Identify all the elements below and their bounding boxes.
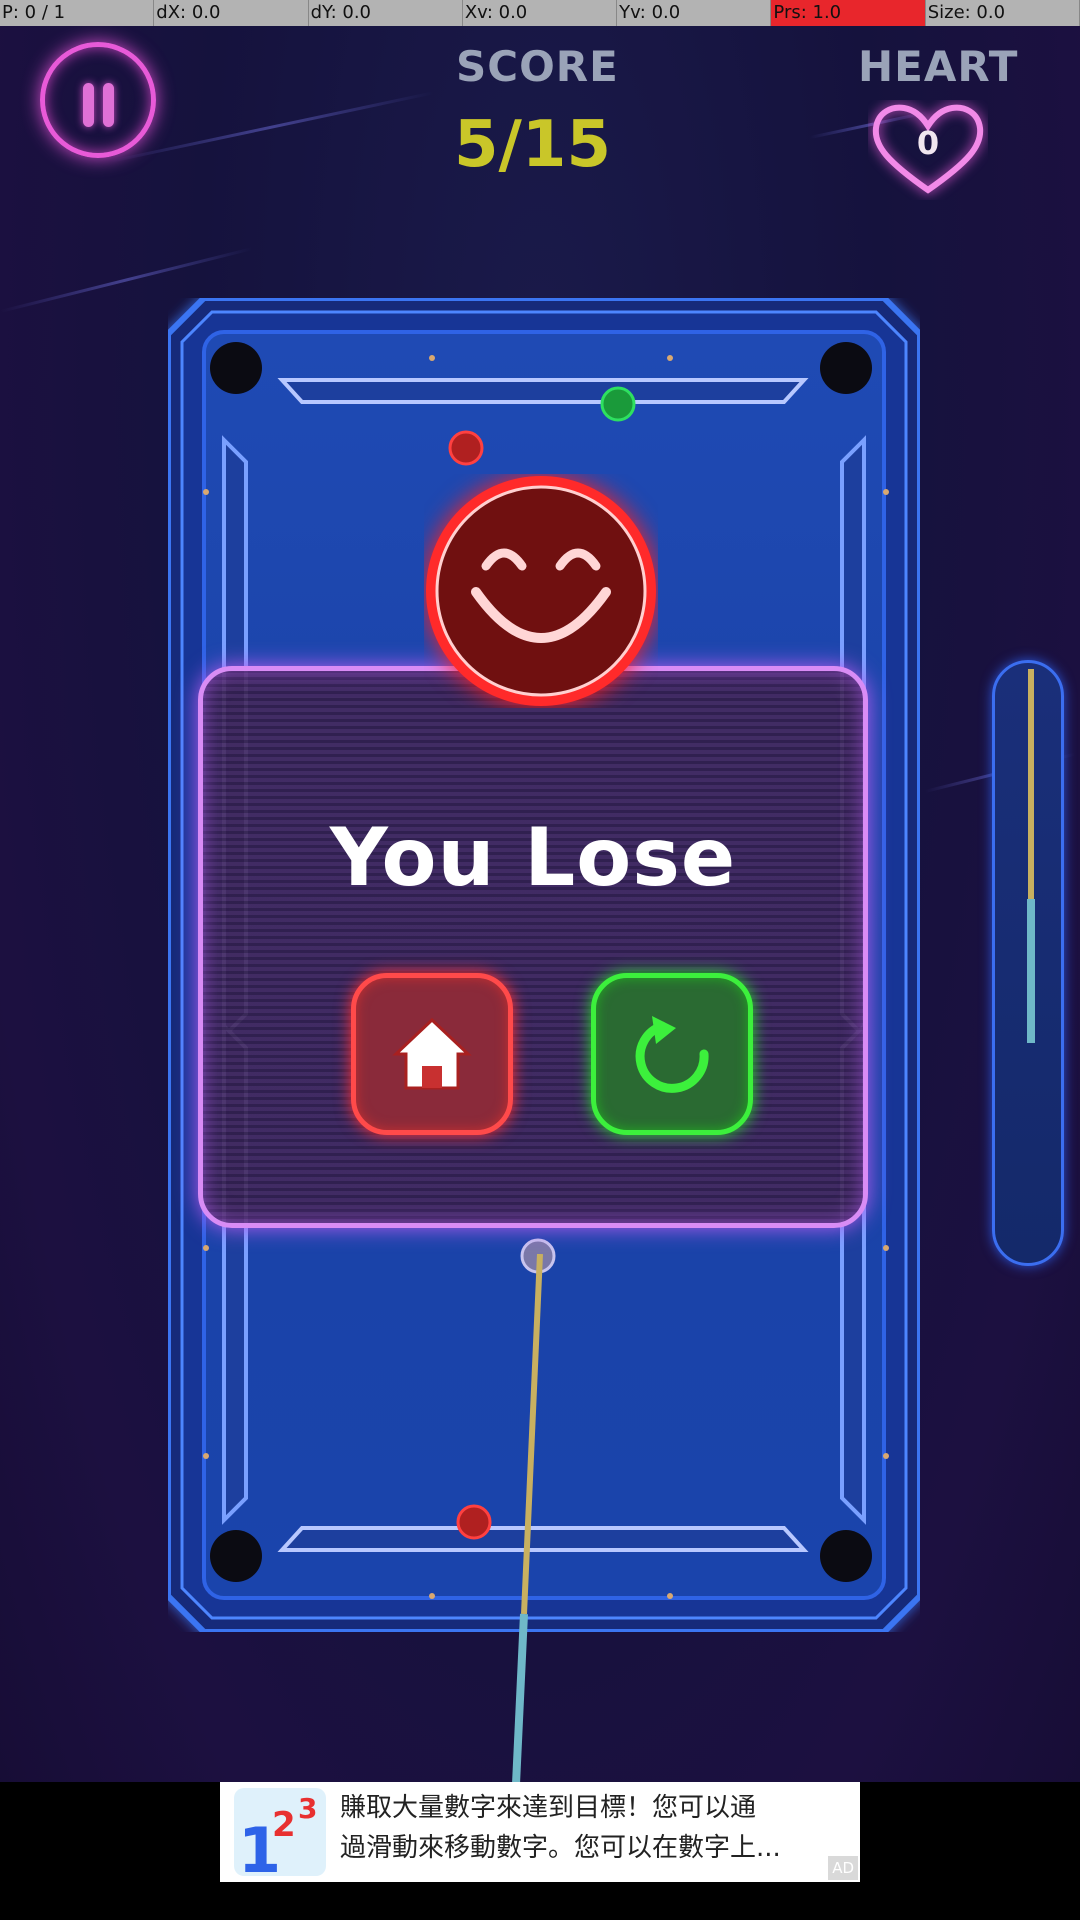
heart-counter: 0 (868, 100, 988, 200)
debug-bar: P: 0 / 1 dX: 0.0 dY: 0.0 Xv: 0.0 Yv: 0.0… (0, 0, 1080, 26)
background-streak (109, 91, 434, 163)
cue-stick (512, 1254, 543, 1784)
ad-text-line1: 賺取大量數字來達到目標！您可以通 (340, 1793, 757, 1823)
debug-size: Size: 0.0 (926, 0, 1080, 26)
pause-button[interactable] (40, 42, 156, 158)
home-button[interactable] (351, 973, 513, 1135)
ad-text-line2: 過滑動來移動數字。您可以在數字上... (340, 1833, 781, 1863)
power-meter[interactable] (992, 660, 1064, 1266)
score-value: 5/15 (454, 108, 611, 182)
debug-yv: Yv: 0.0 (617, 0, 772, 26)
ad-content[interactable]: 1 2 3 賺取大量數字來達到目標！您可以通 過滑動來移動數字。您可以在數字上.… (220, 1782, 860, 1882)
lose-title: You Lose (329, 811, 737, 904)
debug-pointer: P: 0 / 1 (0, 0, 155, 26)
app-icon: 1 2 3 (234, 1788, 326, 1876)
pause-icon (103, 83, 114, 127)
retry-button[interactable] (591, 973, 753, 1135)
ad-badge: AD (828, 1856, 858, 1880)
debug-dy: dY: 0.0 (309, 0, 463, 26)
score-label: SCORE (456, 42, 619, 91)
smiley-icon (426, 476, 656, 706)
debug-xv: Xv: 0.0 (463, 0, 618, 26)
debug-pressure: Prs: 1.0 (771, 0, 926, 26)
svg-text:2: 2 (272, 1805, 296, 1845)
heart-label: HEART (858, 42, 1019, 91)
retry-icon (635, 1016, 709, 1093)
home-icon (392, 1017, 472, 1090)
ad-banner[interactable]: 1 2 3 賺取大量數字來達到目標！您可以通 過滑動來移動數字。您可以在數字上.… (0, 1782, 1080, 1920)
svg-text:3: 3 (298, 1792, 317, 1825)
lose-dialog: You Lose (198, 666, 868, 1228)
pause-icon (83, 83, 94, 127)
debug-dx: dX: 0.0 (154, 0, 309, 26)
heart-count: 0 (916, 124, 940, 162)
